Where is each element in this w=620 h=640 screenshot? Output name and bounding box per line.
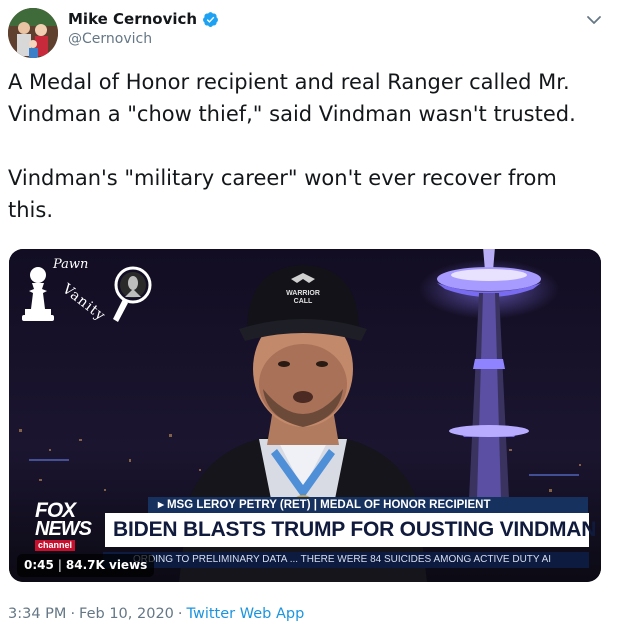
chevron-down-icon[interactable] — [584, 10, 604, 30]
magnifying-glass-icon — [113, 266, 152, 322]
verified-badge-icon — [203, 11, 219, 27]
tweet-date[interactable]: Feb 10, 2020 — [79, 606, 174, 622]
pawn-icon — [22, 267, 54, 321]
video-player[interactable]: WARRIOR CALL Pawn Vanity FOX NEWS channe… — [9, 249, 601, 582]
author-block: Mike Cernovich @Cernovich — [68, 10, 219, 47]
pawn-vanity-watermark: Pawn Vanity — [19, 257, 152, 325]
svg-text:CALL: CALL — [294, 298, 313, 305]
video-duration: 0:45 — [24, 558, 54, 572]
watermark-line1: Pawn — [53, 257, 89, 272]
watermark-line2: Vanity — [59, 281, 109, 325]
name-strap: ▸ MSG LEROY PETRY (RET) | MEDAL OF HONOR… — [148, 497, 588, 514]
tweet-source-link[interactable]: Twitter Web App — [187, 606, 305, 622]
avatar[interactable] — [8, 8, 58, 58]
author-handle[interactable]: @Cernovich — [68, 31, 219, 47]
author-name[interactable]: Mike Cernovich — [68, 10, 197, 28]
tweet-meta: 3:34 PM · Feb 10, 2020 · Twitter Web App — [8, 606, 305, 622]
chyron-headline: BIDEN BLASTS TRUMP FOR OUSTING VINDMAN — [105, 513, 596, 547]
video-views: 84.7K views — [65, 558, 148, 572]
video-duration-badge: 0:45 | 84.7K views — [17, 554, 155, 577]
fox-news-logo: FOX NEWS channel — [35, 499, 92, 551]
tweet-time[interactable]: 3:34 PM — [8, 606, 66, 622]
news-ticker: ORDING TO PRELIMINARY DATA ... THERE WER… — [103, 552, 589, 568]
cap-logo-text: WARRIOR — [286, 290, 320, 297]
tweet-text: A Medal of Honor recipient and real Rang… — [8, 70, 576, 222]
